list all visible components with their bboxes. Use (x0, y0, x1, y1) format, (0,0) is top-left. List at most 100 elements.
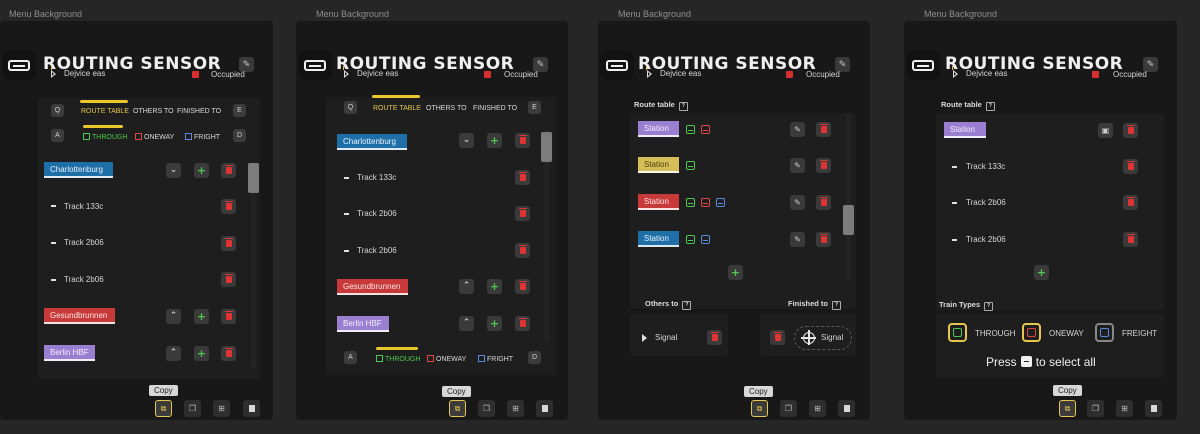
tab-next-key[interactable]: E (528, 101, 541, 114)
hierarchy-button[interactable]: ⊞ (809, 400, 826, 417)
duplicate-button[interactable]: ❐ (184, 400, 201, 417)
filter-through[interactable]: THROUGH (83, 133, 127, 141)
tab-finished-to[interactable]: FINISHED TO (177, 108, 221, 115)
route-station[interactable]: Station (638, 231, 679, 247)
add-track-button[interactable]: + (194, 163, 209, 178)
scrollbar-thumb[interactable] (248, 163, 259, 193)
delete-route-button[interactable] (816, 158, 831, 173)
scrollbar-thumb[interactable] (541, 132, 552, 162)
filter-oneway[interactable]: ONEWAY (135, 133, 174, 141)
delete-station-button[interactable] (221, 163, 236, 178)
duplicate-button[interactable]: ❐ (478, 400, 495, 417)
tab-prev-key[interactable]: Q (51, 104, 64, 117)
scrollbar[interactable] (544, 131, 549, 341)
delete-route-button[interactable] (816, 232, 831, 247)
tab-prev-key[interactable]: Q (344, 101, 357, 114)
scrollbar[interactable] (251, 162, 256, 369)
edit-route-button[interactable]: ✎ (790, 158, 805, 173)
route-station[interactable]: Station (638, 121, 679, 137)
expand-button[interactable]: ⌃ (459, 316, 474, 331)
delete-track-button[interactable] (1123, 232, 1138, 247)
add-route-button[interactable]: + (728, 265, 743, 280)
duplicate-button[interactable]: ❐ (1087, 400, 1104, 417)
route-station[interactable]: Station (638, 194, 679, 210)
delete-track-button[interactable] (515, 206, 530, 221)
delete-track-button[interactable] (221, 272, 236, 287)
expand-button[interactable]: ⌃ (166, 309, 181, 324)
tab-others-to[interactable]: OTHERS TO (133, 108, 174, 115)
oneway-type-toggle[interactable] (1022, 323, 1041, 342)
add-track-button[interactable]: + (194, 346, 209, 361)
edit-route-button[interactable]: ✎ (790, 122, 805, 137)
delete-station-button[interactable] (515, 279, 530, 294)
delete-station-button[interactable] (515, 316, 530, 331)
delete-button[interactable] (243, 400, 260, 417)
delete-track-button[interactable] (515, 170, 530, 185)
station-berlin-hbf[interactable]: Berlin HBF (44, 345, 95, 361)
station-charlottenburg[interactable]: Charlottenburg (337, 134, 407, 150)
delete-station-button[interactable] (221, 309, 236, 324)
station-gesundbrunnen[interactable]: Gesundbrunnen (337, 279, 408, 295)
delete-route-button[interactable] (816, 122, 831, 137)
delete-track-button[interactable] (515, 243, 530, 258)
filter-next-key[interactable]: D (233, 129, 246, 142)
station-berlin-hbf[interactable]: Berlin HBF (337, 316, 389, 332)
freight-type-toggle[interactable] (1095, 323, 1114, 342)
add-track-button[interactable]: + (487, 316, 502, 331)
add-route-button[interactable]: + (1034, 265, 1049, 280)
filter-next-key[interactable]: D (528, 351, 541, 364)
delete-route-button[interactable] (1123, 123, 1138, 138)
filter-prev-key[interactable]: A (344, 351, 357, 364)
copy-button[interactable]: ⧉ (751, 400, 768, 417)
scrollbar-thumb[interactable] (843, 205, 854, 235)
station-charlottenburg[interactable]: Charlottenburg (44, 162, 113, 178)
duplicate-button[interactable]: ❐ (780, 400, 797, 417)
station-gesundbrunnen[interactable]: Gesundbrunnen (44, 308, 115, 324)
delete-track-button[interactable] (1123, 195, 1138, 210)
collapse-button[interactable]: ⌄ (166, 163, 181, 178)
scrollbar[interactable] (846, 114, 851, 280)
tab-others-to[interactable]: OTHERS TO (426, 105, 467, 112)
expand-button[interactable]: ⌃ (166, 346, 181, 361)
filter-fright[interactable]: FRIGHT (478, 355, 513, 363)
filter-oneway[interactable]: ONEWAY (427, 355, 466, 363)
route-station[interactable]: Station (638, 157, 679, 173)
tab-finished-to[interactable]: FINISHED TO (473, 105, 517, 112)
filter-prev-key[interactable]: A (51, 129, 64, 142)
copy-button[interactable]: ⧉ (1059, 400, 1076, 417)
tab-route-table[interactable]: ROUTE TABLE (373, 105, 421, 112)
copy-button[interactable]: ⧉ (449, 400, 466, 417)
route-station[interactable]: Station (944, 122, 986, 138)
collapse-button[interactable]: ⌄ (459, 133, 474, 148)
hierarchy-button[interactable]: ⊞ (1116, 400, 1133, 417)
play-icon (642, 334, 647, 342)
edit-route-button[interactable]: ✎ (790, 232, 805, 247)
delete-track-button[interactable] (221, 236, 236, 251)
delete-finished-button[interactable] (770, 330, 785, 345)
sensor-icon (298, 50, 332, 80)
delete-button[interactable] (536, 400, 553, 417)
tab-next-key[interactable]: E (233, 104, 246, 117)
add-track-button[interactable]: + (487, 279, 502, 294)
delete-station-button[interactable] (515, 133, 530, 148)
hierarchy-button[interactable]: ⊞ (213, 400, 230, 417)
edit-route-button[interactable]: ✎ (790, 195, 805, 210)
delete-button[interactable] (838, 400, 855, 417)
through-type-toggle[interactable] (948, 323, 967, 342)
delete-button[interactable] (1145, 400, 1162, 417)
plus-icon: + (196, 347, 207, 360)
save-route-button[interactable]: ▣ (1098, 123, 1113, 138)
copy-button[interactable]: ⧉ (155, 400, 172, 417)
filter-fright[interactable]: FRIGHT (185, 133, 220, 141)
delete-others-button[interactable] (707, 330, 722, 345)
tab-route-table[interactable]: ROUTE TABLE (81, 108, 129, 115)
filter-through[interactable]: THROUGH (376, 355, 420, 363)
add-track-button[interactable]: + (487, 133, 502, 148)
add-track-button[interactable]: + (194, 309, 209, 324)
delete-track-button[interactable] (1123, 159, 1138, 174)
delete-station-button[interactable] (221, 346, 236, 361)
delete-route-button[interactable] (816, 195, 831, 210)
expand-button[interactable]: ⌃ (459, 279, 474, 294)
hierarchy-button[interactable]: ⊞ (507, 400, 524, 417)
delete-track-button[interactable] (221, 199, 236, 214)
